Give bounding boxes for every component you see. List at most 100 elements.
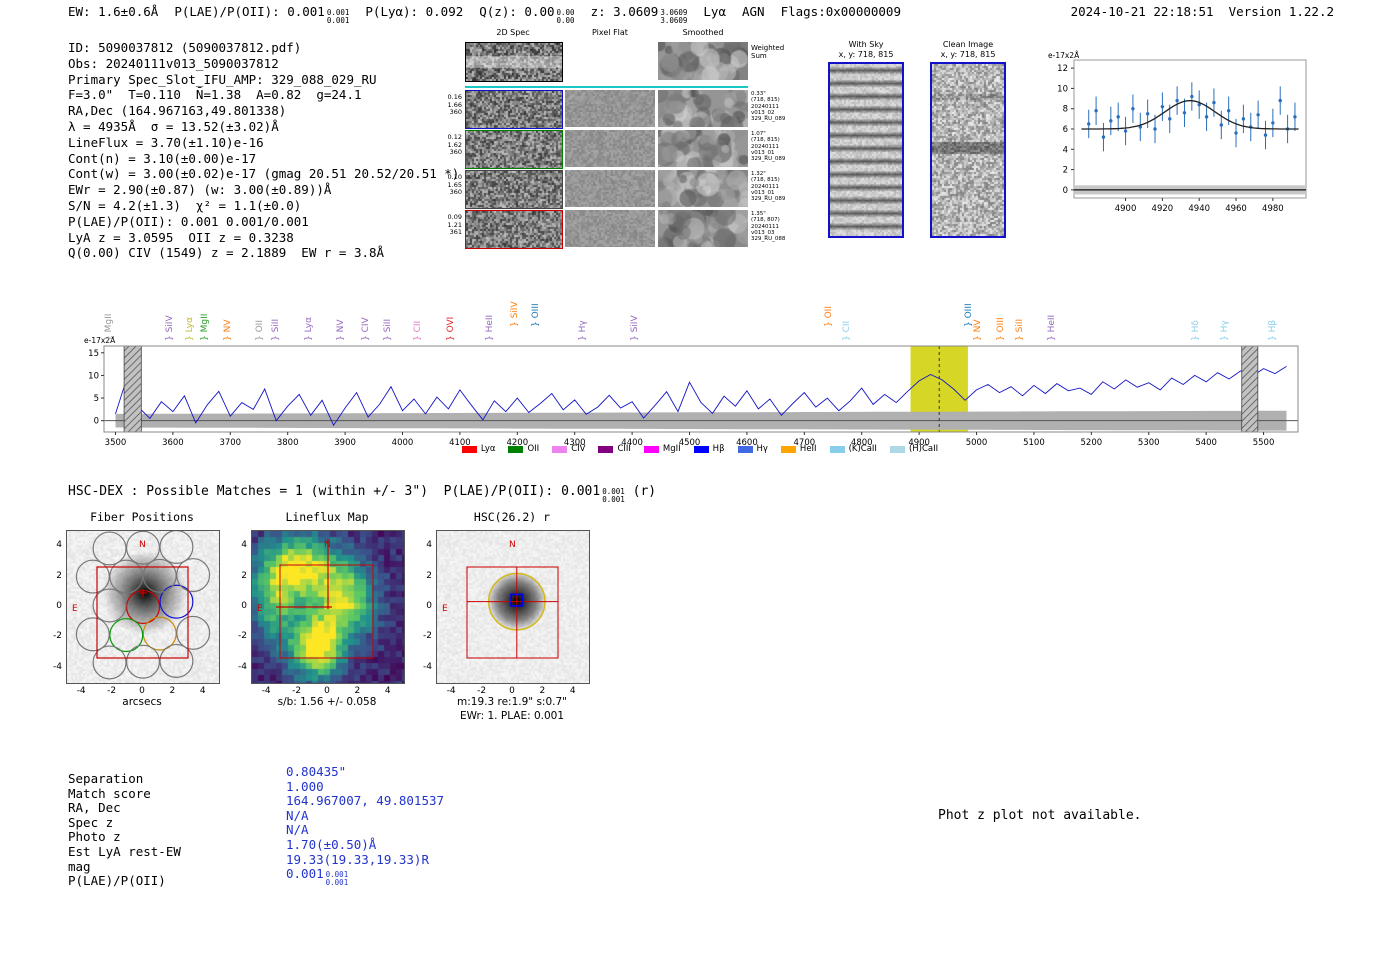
fiber-xtick: -4 (76, 686, 86, 696)
info-line-2: Primary Spec_Slot_IFU_AMP: 329_088_029_R… (68, 71, 377, 87)
qz-main: Q(z): 0.00 (479, 4, 555, 19)
spectral-line-label-nv: } NV (335, 319, 346, 341)
elixer-report-page: EW: 1.6±0.6Å P(LAE)/P(OII): 0.001 0.001 0.… (0, 0, 1400, 953)
legend-label: OII (527, 444, 540, 454)
qz-lower: 0.00 (556, 15, 575, 25)
legend-item-h: Hβ (693, 444, 725, 454)
spectral-line-label-mgii: } MgII (200, 313, 211, 341)
z-value: z: 3.0609 3.0609 3.0609 (591, 4, 688, 24)
legend-item-oii: OII (508, 444, 539, 454)
spec2d-row-right-annotation: 1.07" (718, 815) 20240111 v013_01 329_RU… (751, 131, 786, 163)
lineflux-xtick: 4 (384, 686, 391, 696)
spec2d-row-right-annotation: 1.32" (718, 815) 20240111 v013_01 329_RU… (751, 171, 786, 203)
svg-text:0: 0 (94, 417, 99, 427)
match-label: P(LAE)/P(OII) (68, 873, 166, 889)
clean-image-frame (930, 62, 1006, 238)
stack-lower: 0.001 (325, 877, 349, 887)
info-line-6: LineFlux = 3.70(±1.10)e-16 (68, 134, 264, 150)
spectral-line-label-nv: } NV (223, 319, 234, 341)
legend-item-ciii: CIII (598, 444, 631, 454)
spectral-line-label-lyα: } Lyα (184, 316, 195, 341)
spec2d-smoothed-image (658, 210, 748, 247)
fiber-title: Fiber Positions (90, 510, 194, 524)
legend-label: Lyα (480, 444, 496, 454)
legend-swatch (461, 445, 477, 453)
fiber-xlabel: arcsecs (122, 696, 162, 708)
spec2d-2d-image (465, 130, 563, 169)
info-line-1: Obs: 20240111v013_5090037812 (68, 55, 279, 71)
spec2d-pixelflat-image (565, 170, 655, 207)
spectral-line-label-lyα: } Lyα (303, 316, 314, 341)
lineflux-ytick: -2 (238, 631, 247, 642)
legend-swatch (693, 445, 709, 453)
z-lower: 3.0609 (660, 15, 688, 25)
match-row-photoz: Photo z N/A (68, 822, 444, 844)
spectral-line-label-siiv: } SiIV (510, 301, 521, 327)
info-line-4: RA,Dec (164.967163,49.801338) (68, 103, 287, 119)
legend-label: (K)CaII (848, 444, 877, 454)
legend-label: Hβ (712, 444, 725, 454)
hsc-ytick: 2 (426, 570, 432, 581)
lineflux-title: Lineflux Map (285, 510, 369, 524)
qz-stack: 0.00 0.00 (557, 9, 575, 24)
weighted-smoothed-image (658, 42, 748, 80)
flags-value: Flags:0x00000009 (780, 4, 901, 19)
lineflux-ytick: -4 (238, 661, 247, 672)
withsky-title: With Sky x, y: 718, 815 (838, 40, 894, 59)
info-line-12: LyA z = 3.0595 OII z = 0.3238 (68, 229, 294, 245)
spec2d-panel: 2D Spec Pixel Flat Smoothed Weighted Sum 0.1… (443, 28, 800, 258)
version: Version 1.22.2 (1228, 4, 1334, 19)
svg-text:4900: 4900 (1115, 204, 1137, 214)
spectral-line-label-siii: } SiII (1015, 318, 1026, 341)
cyan-separator-line (465, 86, 748, 88)
legend-label: CIV (571, 444, 586, 454)
match-row-mag: mag 19.33(19.33,19.33)R (68, 852, 444, 874)
svg-text:4960: 4960 (1225, 204, 1247, 214)
legend-label: (H)CaII (908, 444, 939, 454)
plae-stack: 0.001 0.001 (327, 9, 350, 24)
spec2d-col-header-0: 2D Spec (496, 28, 530, 37)
legend-swatch (552, 445, 568, 453)
agn-flag: AGN (741, 4, 765, 19)
lineflux-ytick: 4 (241, 540, 247, 551)
hsc-xtick: 4 (569, 686, 576, 696)
spec2d-pixelflat-image (565, 210, 655, 247)
line-fit-plot: 0 2 4 6 8 10 12 4900 4920 4940 4960 4980 e-17x2Å (1040, 48, 1320, 228)
svg-text:10: 10 (88, 371, 99, 381)
legend-label: Hγ (756, 444, 768, 454)
spectral-line-label-siii: } SiII (270, 318, 281, 341)
spec2d-col-header-2: Smoothed (682, 28, 724, 37)
spectral-line-label-hγ: } Hγ (1219, 320, 1230, 341)
hsc-ytick: 0 (426, 601, 432, 611)
svg-text:0: 0 (1063, 186, 1068, 196)
svg-text:10: 10 (1057, 84, 1068, 94)
plae-main: P(LAE)/P(OII): 0.001 (174, 4, 325, 19)
hsc-plot: NE (436, 530, 590, 684)
ew-value: EW: 1.6±0.6Å (68, 4, 159, 19)
lineflux-ytick: 2 (241, 570, 247, 581)
line-fit-svg: 0 2 4 6 8 10 12 4900 4920 4940 4960 4980 e-17x2Å (1048, 51, 1307, 214)
plya-value: P(Lyα): 0.092 (365, 4, 464, 19)
match-value: 0.80435" (286, 764, 347, 779)
svg-text:E: E (442, 604, 448, 614)
legend-swatch (780, 445, 796, 453)
legend-swatch (643, 445, 659, 453)
timestamp: 2024-10-21 22:18:51 (1070, 4, 1214, 19)
spectral-line-label-siiv: } SiIV (629, 315, 640, 341)
spectral-line-label-siiv: } SiIV (164, 315, 175, 341)
withsky-frame (828, 62, 904, 238)
legend-swatch (508, 445, 524, 453)
info-line-13: Q(0.00) CIV (1549) z = 2.1889 EW r = 3.8… (68, 245, 385, 261)
weighted-2d-spec-image (465, 42, 563, 82)
lineflux-xtick: -2 (292, 686, 302, 696)
spectral-line-label-civ: } CIV (360, 317, 371, 341)
match-value: 19.33(19.33,19.33)R (286, 851, 429, 867)
info-line-9: EWr = 2.90(±0.87) (w: 3.00(±0.89))Å (68, 182, 332, 198)
spec2d-2d-image (465, 170, 563, 209)
hsc-dex-header: HSC-DEX : Possible Matches = 1 (within +… (68, 484, 656, 503)
spectral-line-label-mgii: } MgII (104, 313, 115, 341)
svg-text:5: 5 (94, 394, 99, 404)
match-value: 1.000 (286, 778, 324, 794)
fiber-xtick: 2 (169, 686, 176, 696)
fiber-xtick: 0 (139, 686, 145, 696)
